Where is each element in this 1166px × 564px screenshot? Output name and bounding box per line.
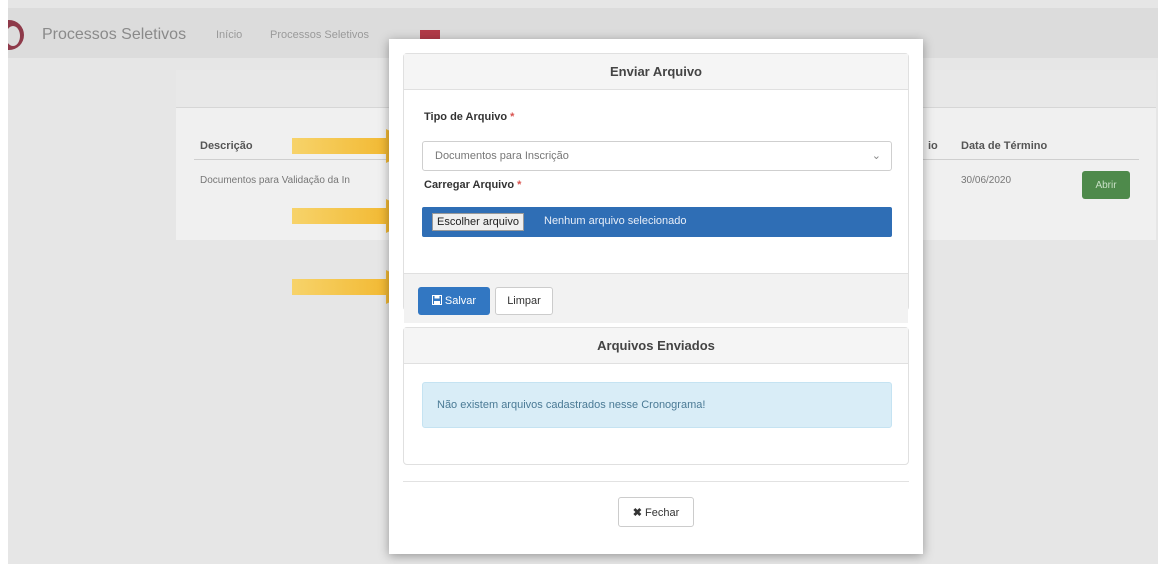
form-actions: Salvar Limpar bbox=[404, 273, 908, 323]
file-type-label-text: Tipo de Arquivo bbox=[424, 111, 508, 123]
clear-button[interactable]: Limpar bbox=[495, 287, 553, 315]
sent-files-box: Arquivos Enviados Não existem arquivos c… bbox=[403, 327, 909, 465]
upload-form-box: Enviar Arquivo Tipo de Arquivo * Document… bbox=[403, 53, 909, 323]
column-header-end-date: Data de Término bbox=[961, 140, 1048, 152]
file-status-text: Nenhum arquivo selecionado bbox=[544, 215, 687, 227]
logo bbox=[8, 20, 24, 50]
sent-files-title: Arquivos Enviados bbox=[404, 328, 908, 364]
floppy-disk-icon bbox=[431, 295, 442, 305]
row-end-date: 30/06/2020 bbox=[961, 175, 1012, 186]
file-type-value: Documentos para Inscrição bbox=[435, 150, 569, 162]
close-label: Fechar bbox=[645, 506, 680, 519]
file-type-select[interactable]: Documentos para Inscrição ⌄ bbox=[422, 141, 892, 171]
row-description: Documentos para Validação da In bbox=[200, 175, 350, 186]
nav-link-processes[interactable]: Processos Seletivos bbox=[270, 29, 369, 41]
open-button[interactable]: Abrir bbox=[1082, 171, 1130, 199]
save-label: Salvar bbox=[444, 295, 477, 307]
required-mark: * bbox=[510, 111, 515, 123]
upload-modal: Enviar Arquivo Tipo de Arquivo * Document… bbox=[389, 39, 923, 554]
modal-title: Enviar Arquivo bbox=[404, 54, 908, 90]
close-button[interactable]: ✖ Fechar bbox=[618, 497, 694, 527]
modal-divider bbox=[403, 481, 909, 482]
column-header-start-date: io bbox=[928, 140, 938, 152]
nav-link-home[interactable]: Início bbox=[216, 29, 242, 41]
save-button[interactable]: Salvar bbox=[418, 287, 490, 315]
empty-message: Não existem arquivos cadastrados nesse C… bbox=[437, 399, 706, 411]
file-input[interactable]: Escolher arquivo Nenhum arquivo selecion… bbox=[422, 207, 892, 237]
upload-label: Carregar Arquivo * bbox=[424, 179, 521, 191]
chevron-down-icon: ⌄ bbox=[871, 150, 881, 162]
brand-title[interactable]: Processos Seletivos bbox=[42, 26, 186, 44]
file-type-label: Tipo de Arquivo * bbox=[424, 111, 514, 123]
choose-file-button[interactable]: Escolher arquivo bbox=[432, 213, 524, 231]
required-mark: * bbox=[517, 179, 522, 191]
x-icon: ✖ bbox=[632, 506, 642, 519]
empty-alert: Não existem arquivos cadastrados nesse C… bbox=[422, 382, 892, 428]
upload-label-text: Carregar Arquivo bbox=[424, 179, 515, 191]
column-header-description: Descrição bbox=[200, 140, 253, 152]
